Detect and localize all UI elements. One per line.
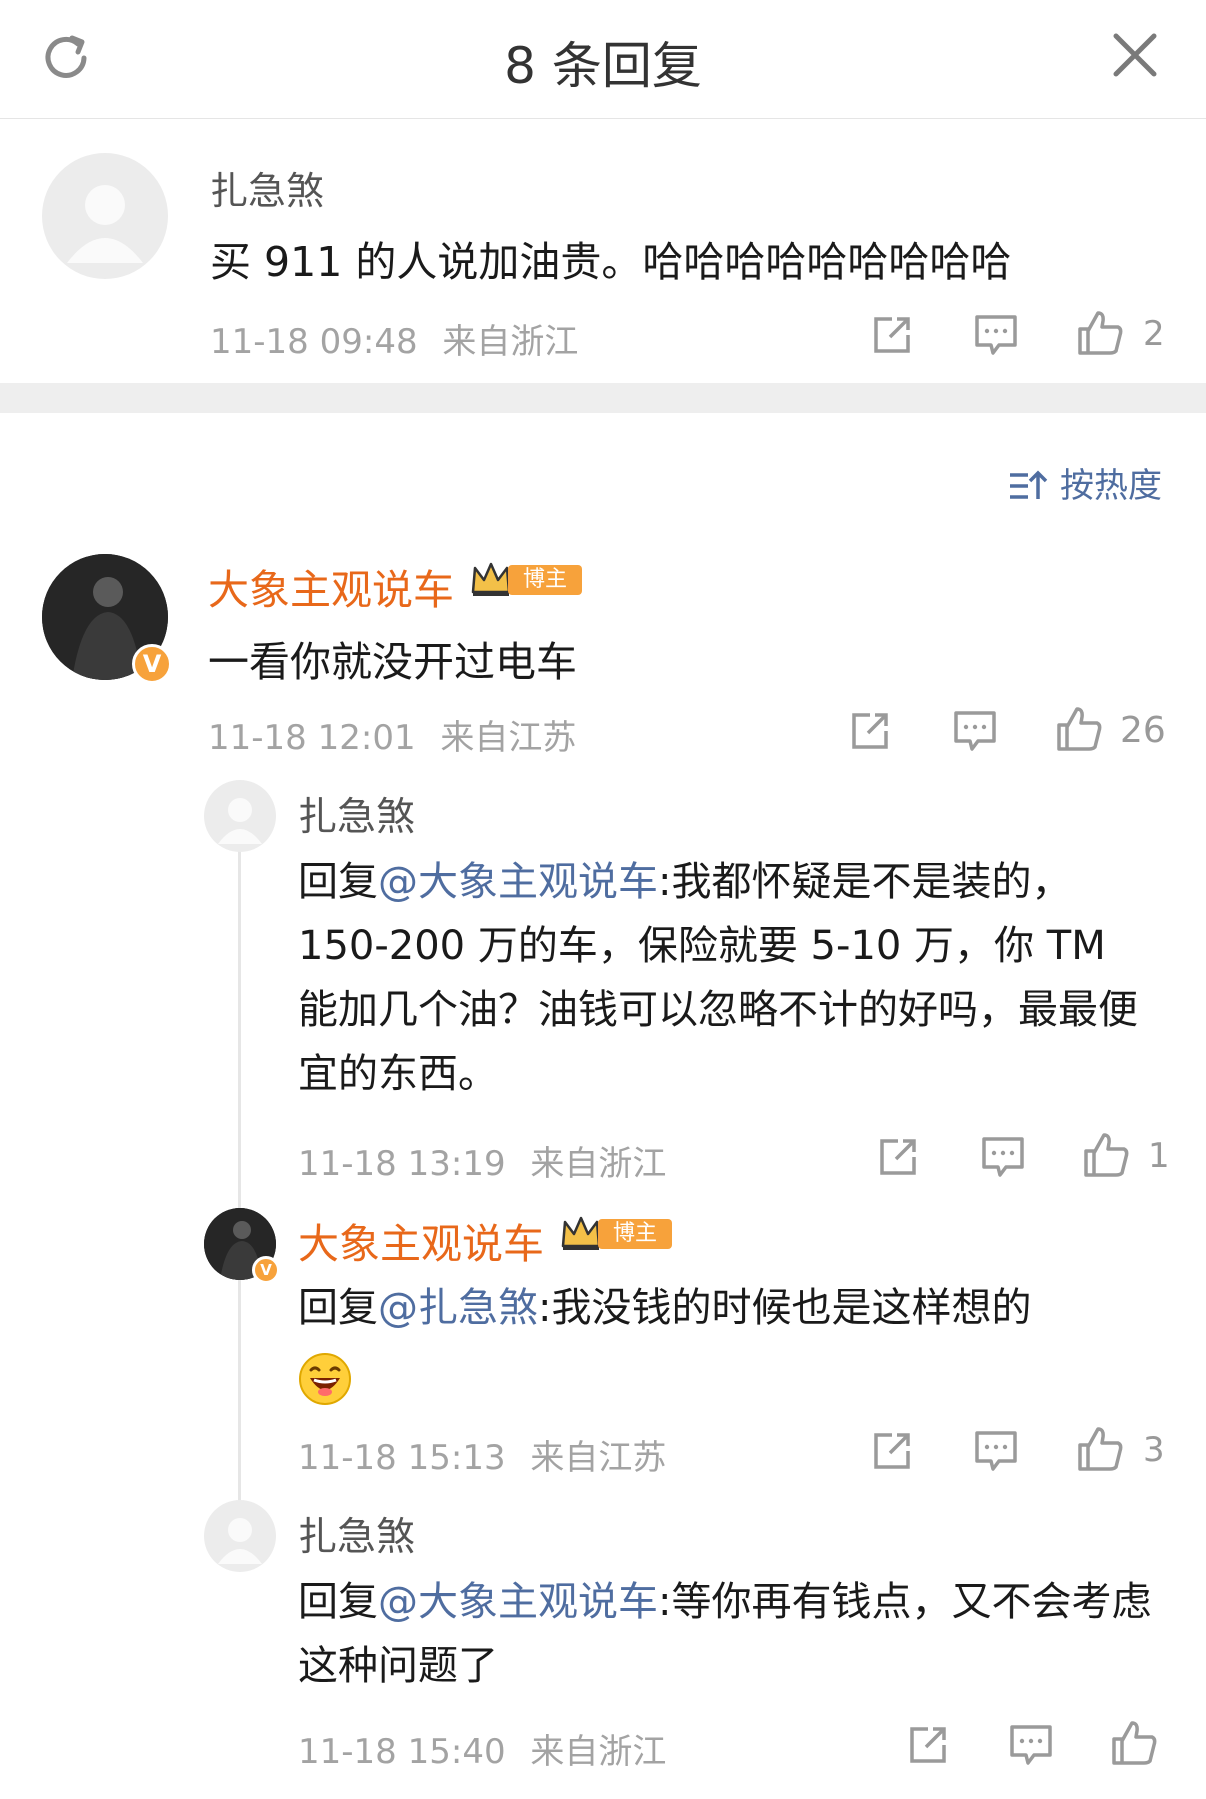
sort-label: 按热度 bbox=[1060, 466, 1162, 506]
comment-time: 11-18 09:48 bbox=[210, 322, 418, 362]
comment-text: 回复@扎急煞:我没钱的时候也是这样想的 bbox=[298, 1276, 1158, 1406]
reply-prefix: 回复 bbox=[298, 1579, 378, 1625]
badge-label: 博主 bbox=[508, 565, 582, 595]
crown-icon bbox=[471, 562, 511, 596]
close-icon[interactable] bbox=[1110, 30, 1160, 80]
avatar[interactable] bbox=[204, 780, 276, 852]
share-icon[interactable] bbox=[876, 1135, 920, 1179]
avatar[interactable] bbox=[204, 1500, 276, 1572]
comment-location: 来自浙江 bbox=[530, 1732, 667, 1772]
like-icon[interactable] bbox=[1055, 705, 1103, 753]
like-count: 1 bbox=[1148, 1136, 1170, 1176]
username[interactable]: 大象主观说车 bbox=[208, 556, 454, 616]
share-icon[interactable] bbox=[848, 709, 892, 753]
comment-location: 来自浙江 bbox=[442, 322, 579, 362]
verified-icon: V bbox=[132, 644, 172, 684]
reply-body: :我没钱的时候也是这样想的 bbox=[538, 1285, 1032, 1331]
like-count: 2 bbox=[1143, 314, 1165, 354]
comment-icon[interactable] bbox=[973, 1429, 1019, 1473]
sort-icon bbox=[1010, 470, 1048, 499]
username[interactable]: 扎急煞 bbox=[210, 160, 324, 215]
comment-meta: 11-18 12:01 来自江苏 bbox=[208, 710, 576, 759]
comment-icon[interactable] bbox=[973, 313, 1019, 357]
comment-location: 来自江苏 bbox=[440, 718, 577, 758]
blogger-badge: 博主 bbox=[560, 1214, 672, 1252]
comment-text: 回复@大象主观说车:等你再有钱点，又不会考虑这种问题了 bbox=[298, 1570, 1178, 1698]
comment-time: 11-18 15:40 bbox=[298, 1732, 506, 1772]
mention-link[interactable]: @大象主观说车 bbox=[378, 1579, 658, 1625]
comment-text: 买 911 的人说加油贵。哈哈哈哈哈哈哈哈哈 bbox=[210, 238, 1012, 286]
default-avatar-icon bbox=[218, 798, 262, 844]
crown-icon bbox=[561, 1216, 601, 1250]
share-icon[interactable] bbox=[906, 1723, 950, 1767]
comment-text: 一看你就没开过电车 bbox=[208, 638, 577, 686]
sort-toggle[interactable]: 按热度 bbox=[1008, 458, 1162, 507]
mention-link[interactable]: @扎急煞 bbox=[378, 1285, 538, 1331]
comment-icon[interactable] bbox=[1008, 1723, 1054, 1767]
comment-meta: 11-18 13:19 来自浙江 bbox=[298, 1136, 666, 1185]
comment-time: 11-18 13:19 bbox=[298, 1144, 506, 1184]
comment-time: 11-18 12:01 bbox=[208, 718, 416, 758]
default-avatar-icon bbox=[67, 185, 143, 263]
section-divider bbox=[0, 383, 1206, 413]
username[interactable]: 大象主观说车 bbox=[298, 1210, 544, 1270]
thread-line bbox=[238, 850, 241, 1540]
username[interactable]: 扎急煞 bbox=[298, 1506, 415, 1562]
share-icon[interactable] bbox=[870, 313, 914, 357]
comment-time: 11-18 15:13 bbox=[298, 1438, 506, 1478]
like-count: 3 bbox=[1143, 1430, 1165, 1470]
badge-label: 博主 bbox=[598, 1219, 672, 1249]
header-bar: 8 条回复 bbox=[0, 0, 1206, 119]
username[interactable]: 扎急煞 bbox=[298, 786, 415, 842]
like-count: 26 bbox=[1120, 710, 1166, 751]
comment-meta: 11-18 09:48 来自浙江 bbox=[210, 314, 578, 363]
laughing-face-icon bbox=[299, 1353, 351, 1405]
like-icon[interactable] bbox=[1076, 309, 1124, 357]
comment-location: 来自江苏 bbox=[530, 1438, 667, 1478]
comment-icon[interactable] bbox=[952, 709, 998, 753]
like-icon[interactable] bbox=[1076, 1425, 1124, 1473]
reply-prefix: 回复 bbox=[298, 1285, 378, 1331]
default-avatar-icon bbox=[218, 1518, 262, 1564]
share-icon[interactable] bbox=[870, 1429, 914, 1473]
comment-icon[interactable] bbox=[980, 1135, 1026, 1179]
mention-link[interactable]: @大象主观说车 bbox=[378, 859, 658, 905]
comment-text: 回复@大象主观说车:我都怀疑是不是装的，150-200 万的车，保险就要 5-1… bbox=[298, 850, 1158, 1106]
like-icon[interactable] bbox=[1110, 1719, 1158, 1767]
comment-meta: 11-18 15:13 来自江苏 bbox=[298, 1430, 666, 1479]
like-icon[interactable] bbox=[1082, 1131, 1130, 1179]
comment-location: 来自浙江 bbox=[530, 1144, 667, 1184]
avatar[interactable] bbox=[42, 153, 168, 279]
comment-meta: 11-18 15:40 来自浙江 bbox=[298, 1724, 666, 1773]
reply-prefix: 回复 bbox=[298, 859, 378, 905]
page-title: 8 条回复 bbox=[504, 37, 702, 95]
verified-icon: V bbox=[252, 1256, 280, 1284]
blogger-badge: 博主 bbox=[470, 560, 582, 598]
